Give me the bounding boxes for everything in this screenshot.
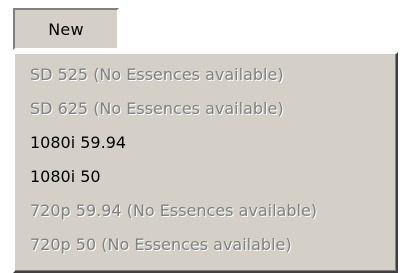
- menu-item-sd-525: SD 525 (No Essences available): [15, 58, 396, 92]
- menu-item-720p-50: 720p 50 (No Essences available): [15, 228, 396, 262]
- menu-item-1080i-59-94[interactable]: 1080i 59.94: [15, 126, 396, 160]
- new-format-dropdown-menu: SD 525 (No Essences available) SD 625 (N…: [13, 52, 398, 273]
- menu-item-label: 720p 59.94 (No Essences available): [30, 201, 318, 220]
- new-button[interactable]: New: [13, 8, 119, 50]
- menu-item-list: SD 525 (No Essences available) SD 625 (N…: [15, 58, 396, 262]
- menu-item-label: SD 525 (No Essences available): [30, 65, 284, 84]
- menu-item-label: 1080i 59.94: [30, 133, 127, 152]
- menu-item-label: SD 625 (No Essences available): [30, 99, 284, 118]
- menu-item-sd-625: SD 625 (No Essences available): [15, 92, 396, 126]
- new-button-label: New: [48, 19, 84, 39]
- menu-item-720p-59-94: 720p 59.94 (No Essences available): [15, 194, 396, 228]
- menu-item-label: 1080i 50: [30, 167, 101, 186]
- menu-item-1080i-50[interactable]: 1080i 50: [15, 160, 396, 194]
- menu-item-label: 720p 50 (No Essences available): [30, 235, 292, 254]
